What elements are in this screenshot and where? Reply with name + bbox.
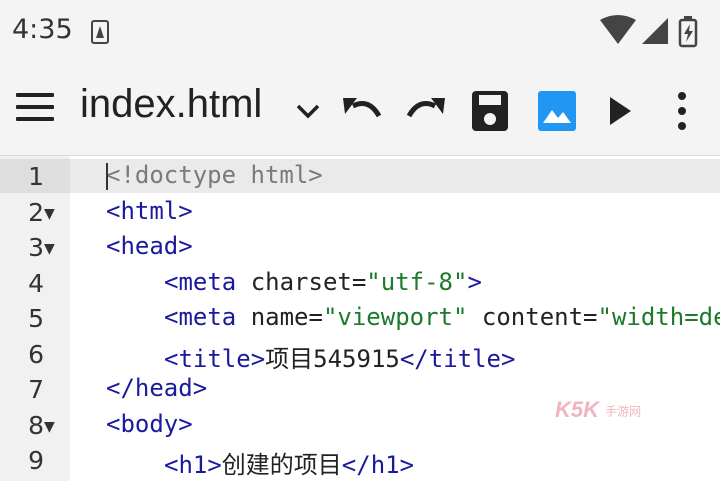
editor-toolbar: index.html	[0, 66, 720, 156]
code-token: <head>	[106, 232, 193, 260]
code-line[interactable]: <h1>创建的项目</h1>	[164, 445, 414, 480]
fold-toggle-icon[interactable]: ▼	[44, 419, 55, 435]
more-vertical-icon	[678, 92, 686, 130]
code-token: 创建的项目	[221, 451, 342, 479]
code-line[interactable]: <html>	[106, 197, 193, 225]
fold-toggle-icon[interactable]: ▼	[44, 206, 55, 222]
code-line[interactable]: </head>	[106, 374, 207, 402]
line-number: 3	[28, 233, 44, 262]
code-token: name=	[236, 303, 323, 331]
code-line[interactable]: <head>	[106, 232, 193, 260]
code-token: content=	[467, 303, 598, 331]
line-number: 4	[28, 268, 44, 298]
hamburger-menu-icon[interactable]	[16, 93, 58, 125]
status-time: 4:35	[12, 14, 73, 45]
play-icon	[610, 97, 631, 125]
save-icon	[472, 91, 508, 131]
a-notification-icon	[91, 20, 109, 44]
save-button[interactable]	[468, 88, 512, 134]
code-token: "utf-8"	[366, 267, 468, 296]
status-icons	[596, 14, 706, 50]
code-token: <h1>	[164, 451, 222, 479]
image-button[interactable]	[534, 88, 580, 134]
chevron-down-icon	[296, 104, 320, 119]
watermark-logo: K5K 手游网	[555, 397, 641, 423]
redo-icon	[406, 98, 445, 118]
code-token: </head>	[106, 374, 208, 402]
line-number: 6	[28, 339, 44, 369]
undo-icon	[343, 98, 382, 118]
code-token: "width=de	[597, 303, 720, 331]
code-token: >	[467, 267, 482, 296]
undo-button[interactable]	[338, 88, 386, 134]
line-number: 8	[28, 410, 44, 440]
line-number: 5	[28, 304, 44, 333]
code-line[interactable]: <body>	[106, 410, 193, 438]
code-line[interactable]: <meta charset="utf-8">	[164, 268, 482, 296]
code-token: 项目545915	[265, 344, 400, 373]
redo-button[interactable]	[402, 88, 450, 134]
code-token: </h1>	[341, 451, 415, 479]
battery-icon	[678, 16, 698, 48]
line-number: 9	[28, 446, 44, 475]
code-token: "viewport"	[322, 303, 468, 331]
code-line[interactable]: <meta name="viewport" content="width=de	[164, 303, 720, 331]
code-token: <meta	[164, 267, 237, 296]
line-number: 2	[28, 197, 44, 227]
code-token: <body>	[106, 409, 193, 438]
code-token: <title>	[164, 344, 266, 373]
status-bar: 4:35	[0, 0, 720, 66]
code-token: <meta	[164, 303, 237, 331]
more-options-button[interactable]	[664, 88, 700, 134]
code-token: <html>	[106, 196, 193, 225]
code-editor[interactable]: 1 <!doctype html> 2 ▼ <html> 3 ▼ <head> 4 <meta c…	[0, 156, 720, 481]
fold-toggle-icon[interactable]: ▼	[44, 241, 55, 257]
code-token: </title>	[399, 344, 516, 373]
text-cursor	[106, 163, 108, 190]
file-name[interactable]: index.html	[80, 82, 262, 127]
code-line[interactable]: <title>项目545915</title>	[164, 339, 515, 374]
signal-icon	[642, 18, 668, 44]
watermark-sub: 手游网	[605, 404, 642, 419]
code-token: charset=	[236, 267, 367, 296]
wifi-icon	[600, 15, 636, 44]
line-number: 1	[28, 162, 44, 191]
code-token: <!doctype html>	[106, 161, 323, 189]
line-number: 7	[28, 375, 44, 404]
run-button[interactable]	[602, 88, 638, 134]
code-line[interactable]: <!doctype html>	[106, 161, 323, 189]
file-dropdown-button[interactable]	[290, 88, 326, 134]
image-icon	[538, 91, 576, 131]
watermark-brand: K5K	[555, 397, 600, 422]
